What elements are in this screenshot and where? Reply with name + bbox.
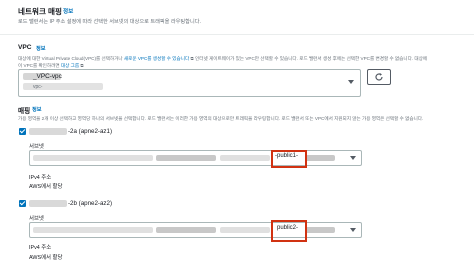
network-mapping-panel: 네트워크 매핑 정보 로드 밸런서는 IP 주소 설정에 따라 선택한 서브넷의… xyxy=(0,0,474,268)
vpc-selected-name: _VPC-vpc xyxy=(33,73,62,80)
target-group-link[interactable]: 대상 그룹 xyxy=(61,63,79,68)
subnet-label-2: 서브넷 xyxy=(29,216,44,222)
info-link[interactable]: 정보 xyxy=(63,7,73,15)
vpc-desc-text-after: 인터넷 게이트웨이가 있는 VPC만 선택할 수 있습니다. 로드 밸런서 생성… xyxy=(195,56,428,61)
refresh-button[interactable] xyxy=(367,69,391,85)
az-checkbox-1[interactable] xyxy=(19,128,26,135)
chevron-down-icon xyxy=(348,80,354,84)
ipv4-label-2: IPv4 주소 xyxy=(29,245,52,251)
mappings-description: 가용 영역을 2개 이상 선택하고 영역당 하나의 서브넷을 선택합니다. 로드… xyxy=(18,116,424,121)
ipv4-value-1: AWS에서 할당 xyxy=(29,184,63,190)
vpc-select[interactable]: _VPC-vpc vpc- xyxy=(18,69,361,97)
vpc-info-link[interactable]: 정보 xyxy=(36,45,46,52)
redacted-block xyxy=(156,155,216,161)
redacted-block xyxy=(156,227,216,233)
highlight-box xyxy=(271,220,307,242)
vpc-selected-id: vpc- xyxy=(33,84,43,90)
section-title: 네트워크 매핑 xyxy=(18,7,63,16)
external-link-icon: ⧉ xyxy=(80,63,84,68)
redacted-block xyxy=(29,128,67,135)
section-header: 네트워크 매핑 정보 로드 밸런서는 IP 주소 설정에 따라 선택한 서브넷의… xyxy=(0,0,474,35)
external-link-icon: ⧉ xyxy=(190,56,194,61)
az-checkbox-2[interactable] xyxy=(19,200,26,207)
refresh-icon xyxy=(375,73,383,81)
vpc-description: 대상에 대한 Virtual Private Cloud(VPC)를 선택하거나… xyxy=(18,55,472,63)
create-vpc-link[interactable]: 새로운 VPC를 생성할 수 있습니다 xyxy=(124,56,189,61)
az-name-1: -2a (apne2-az1) xyxy=(68,128,113,135)
mappings-info-link[interactable]: 정보 xyxy=(32,106,42,113)
redacted-block xyxy=(33,227,153,233)
az-name-2: -2b (apne2-az2) xyxy=(68,200,113,207)
vpc-desc2-text: 이 VPC를 확인하려면 xyxy=(18,63,60,68)
vpc-label: VPC xyxy=(18,44,32,51)
subnet-select-2[interactable]: public2- xyxy=(29,222,362,238)
redacted-block xyxy=(220,155,270,161)
redacted-block xyxy=(305,227,335,233)
section-description: 로드 밸런서는 IP 주소 설정에 따라 선택한 서브넷의 대상으로 트래픽을 … xyxy=(18,19,201,25)
chevron-down-icon xyxy=(350,156,356,160)
subnet-label-1: 서브넷 xyxy=(29,144,44,150)
mappings-label: 매핑 xyxy=(18,108,31,115)
vpc-desc-text: 대상에 대한 Virtual Private Cloud(VPC)를 선택하거나 xyxy=(18,56,123,61)
ipv4-label-1: IPv4 주소 xyxy=(29,175,52,181)
chevron-down-icon xyxy=(350,228,356,232)
ipv4-value-2: AWS에서 할당 xyxy=(29,255,63,261)
redacted-block xyxy=(305,155,335,161)
subnet-select-1[interactable]: -public1- xyxy=(29,150,362,166)
redacted-block xyxy=(33,155,153,161)
redacted-block xyxy=(220,227,270,233)
redacted-block xyxy=(29,200,67,207)
highlight-box xyxy=(271,150,307,168)
